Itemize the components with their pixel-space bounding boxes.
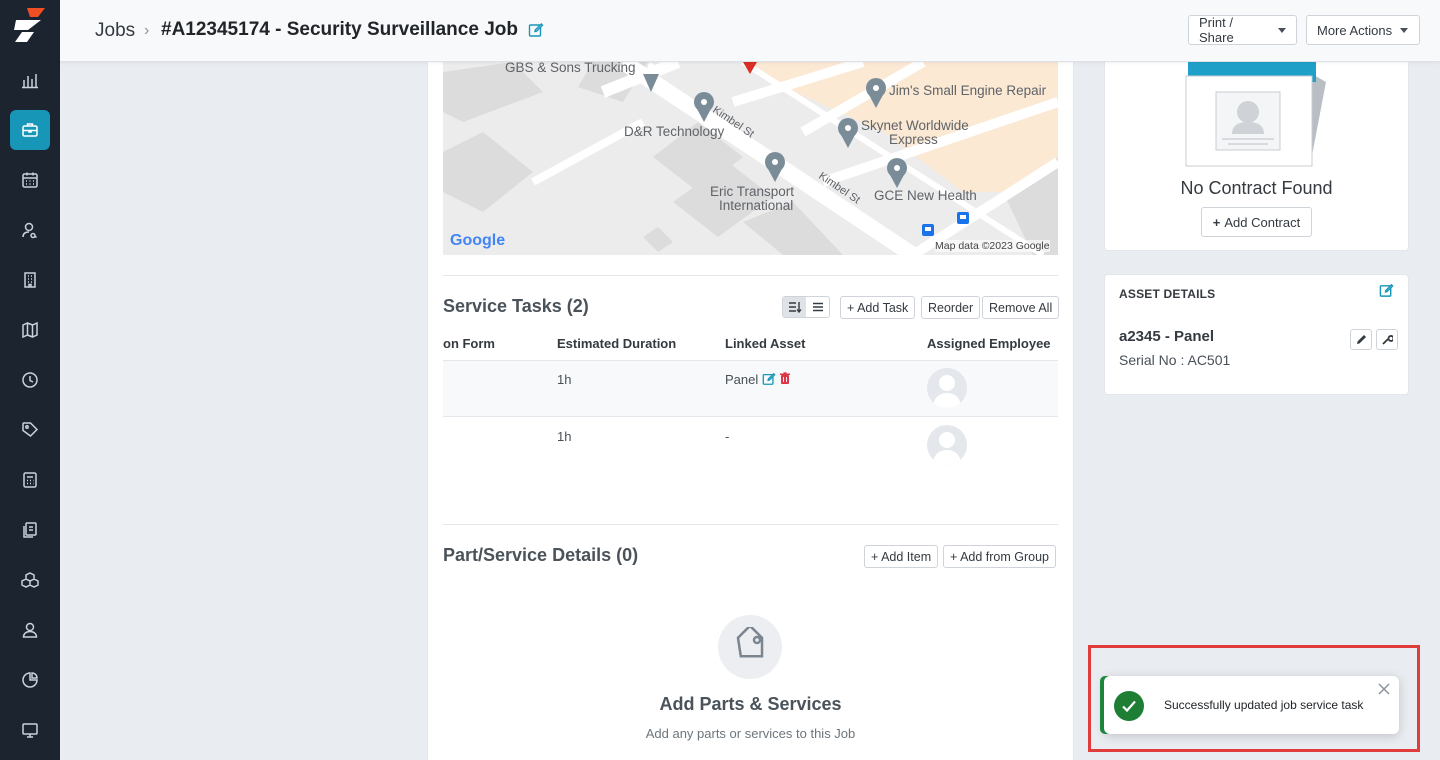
view-toggle[interactable]	[782, 296, 830, 318]
building-icon	[24, 272, 36, 288]
close-icon[interactable]	[1377, 682, 1391, 696]
nav-invoices[interactable]	[10, 510, 50, 550]
parts-title: Part/Service Details (0)	[443, 545, 639, 565]
wrench-icon	[1381, 335, 1393, 345]
map-place-label: GCE New Health	[874, 188, 977, 203]
person-icon	[22, 622, 38, 638]
column-header-duration: Estimated Duration	[557, 336, 677, 351]
pencil-icon	[1356, 335, 1366, 344]
map-place-label: D&R Technology	[624, 124, 725, 139]
calculator-icon	[23, 472, 37, 488]
nav-properties[interactable]	[10, 260, 50, 300]
duration-cell: 1h	[557, 372, 572, 387]
breadcrumb-jobs[interactable]: Jobs	[95, 20, 135, 42]
print-share-label: Print / Share	[1199, 15, 1234, 45]
column-header-linked-asset: Linked Asset	[725, 336, 806, 351]
avatar	[927, 425, 967, 465]
no-contract-text: No Contract Found	[1180, 178, 1333, 198]
section-divider	[443, 275, 1058, 276]
success-toast: Successfully updated job service task	[1104, 676, 1399, 734]
google-logo: Google	[450, 232, 506, 249]
map-place-label: Skynet Worldwide	[861, 118, 969, 133]
tag-icon	[22, 422, 39, 437]
remove-all-button[interactable]: Remove All	[982, 296, 1060, 319]
delete-icon[interactable]	[779, 372, 791, 385]
documents-icon	[23, 522, 37, 538]
more-actions-label: More Actions	[1317, 22, 1393, 38]
nav-schedule[interactable]	[10, 160, 50, 200]
plus-icon: +	[1212, 214, 1221, 230]
sidebar	[0, 0, 60, 760]
no-contract-illustration	[1185, 62, 1326, 167]
map-place-label: International	[719, 198, 794, 213]
column-header-form: on Form	[443, 336, 495, 351]
map-place-label: Jim's Small Engine Repair	[889, 83, 1047, 98]
nav-reports[interactable]	[10, 60, 50, 100]
chevron-down-icon	[1400, 27, 1409, 33]
map-place-label: Eric Transport	[710, 184, 795, 199]
nav-analytics[interactable]	[10, 660, 50, 700]
asset-details-heading: ASSET DETAILS	[1119, 287, 1216, 301]
add-task-button[interactable]: + Add Task	[840, 296, 916, 319]
nav-pricebook[interactable]	[10, 410, 50, 450]
page-title: #A12345174 - Security Surveillance Job	[161, 19, 518, 40]
tag-icon	[736, 627, 764, 658]
asset-name: a2345 - Panel	[1119, 328, 1215, 345]
clock-icon	[22, 372, 38, 388]
edit-asset-button[interactable]	[1350, 329, 1372, 350]
calendar-icon	[22, 172, 38, 188]
list-view-icon[interactable]	[806, 297, 829, 317]
service-asset-button[interactable]	[1376, 329, 1398, 350]
reorder-button[interactable]: Reorder	[921, 296, 981, 319]
breadcrumb-separator: ›	[144, 22, 150, 39]
edit-asset-icon[interactable]	[762, 372, 776, 386]
boxes-icon	[21, 572, 39, 588]
add-contract-label: Add Contract	[1224, 214, 1301, 230]
nav-team[interactable]	[10, 610, 50, 650]
duration-cell: 1h	[557, 429, 572, 444]
parts-empty-illustration	[718, 615, 782, 679]
job-location-map[interactable]: GBS & Sons Trucking Jim's Small Engine R…	[443, 62, 1058, 255]
linked-asset-cell: Panel	[725, 372, 759, 387]
service-tasks-title: Service Tasks (2)	[443, 296, 589, 316]
briefcase-icon	[22, 123, 38, 137]
chevron-down-icon	[1278, 27, 1286, 33]
section-divider	[443, 524, 1058, 525]
parts-empty-subtitle: Add any parts or services to this Job	[645, 726, 856, 741]
linked-asset-cell: -	[725, 429, 730, 444]
nav-map[interactable]	[10, 310, 50, 350]
pie-chart-icon	[22, 672, 38, 688]
nav-timesheets[interactable]	[10, 360, 50, 400]
check-icon	[1114, 691, 1144, 721]
bar-chart-icon	[22, 74, 38, 89]
asset-serial: Serial No : AC501	[1119, 352, 1231, 368]
avatar	[927, 368, 967, 408]
sort-view-icon[interactable]	[783, 297, 806, 317]
add-contract-button[interactable]: + Add Contract	[1201, 207, 1312, 237]
nav-customers[interactable]	[10, 210, 50, 250]
app-logo[interactable]	[14, 8, 46, 42]
map-place-label: Express	[889, 132, 938, 147]
add-from-group-button[interactable]: + Add from Group	[943, 545, 1057, 568]
add-item-button[interactable]: + Add Item	[864, 545, 939, 568]
edit-asset-details-icon[interactable]	[1379, 283, 1394, 298]
user-search-icon	[22, 222, 38, 239]
map-place-label: GBS & Sons Trucking	[505, 62, 636, 75]
nav-devices[interactable]	[10, 710, 50, 750]
map-attribution: Map data ©2023 Google	[935, 240, 1050, 252]
column-header-assigned-employee: Assigned Employee	[927, 336, 1051, 351]
print-share-button[interactable]: Print / Share	[1188, 15, 1297, 45]
map-icon	[22, 321, 38, 339]
nav-jobs[interactable]	[10, 110, 50, 150]
nav-estimates[interactable]	[10, 460, 50, 500]
toast-message: Successfully updated job service task	[1164, 698, 1364, 712]
edit-icon[interactable]	[528, 22, 544, 38]
monitor-icon	[22, 723, 38, 738]
nav-inventory[interactable]	[10, 560, 50, 600]
page-header: Jobs › #A12345174 - Security Surveillanc…	[60, 0, 1440, 62]
parts-empty-title: Add Parts & Services	[659, 694, 842, 714]
more-actions-button[interactable]: More Actions	[1306, 15, 1420, 45]
